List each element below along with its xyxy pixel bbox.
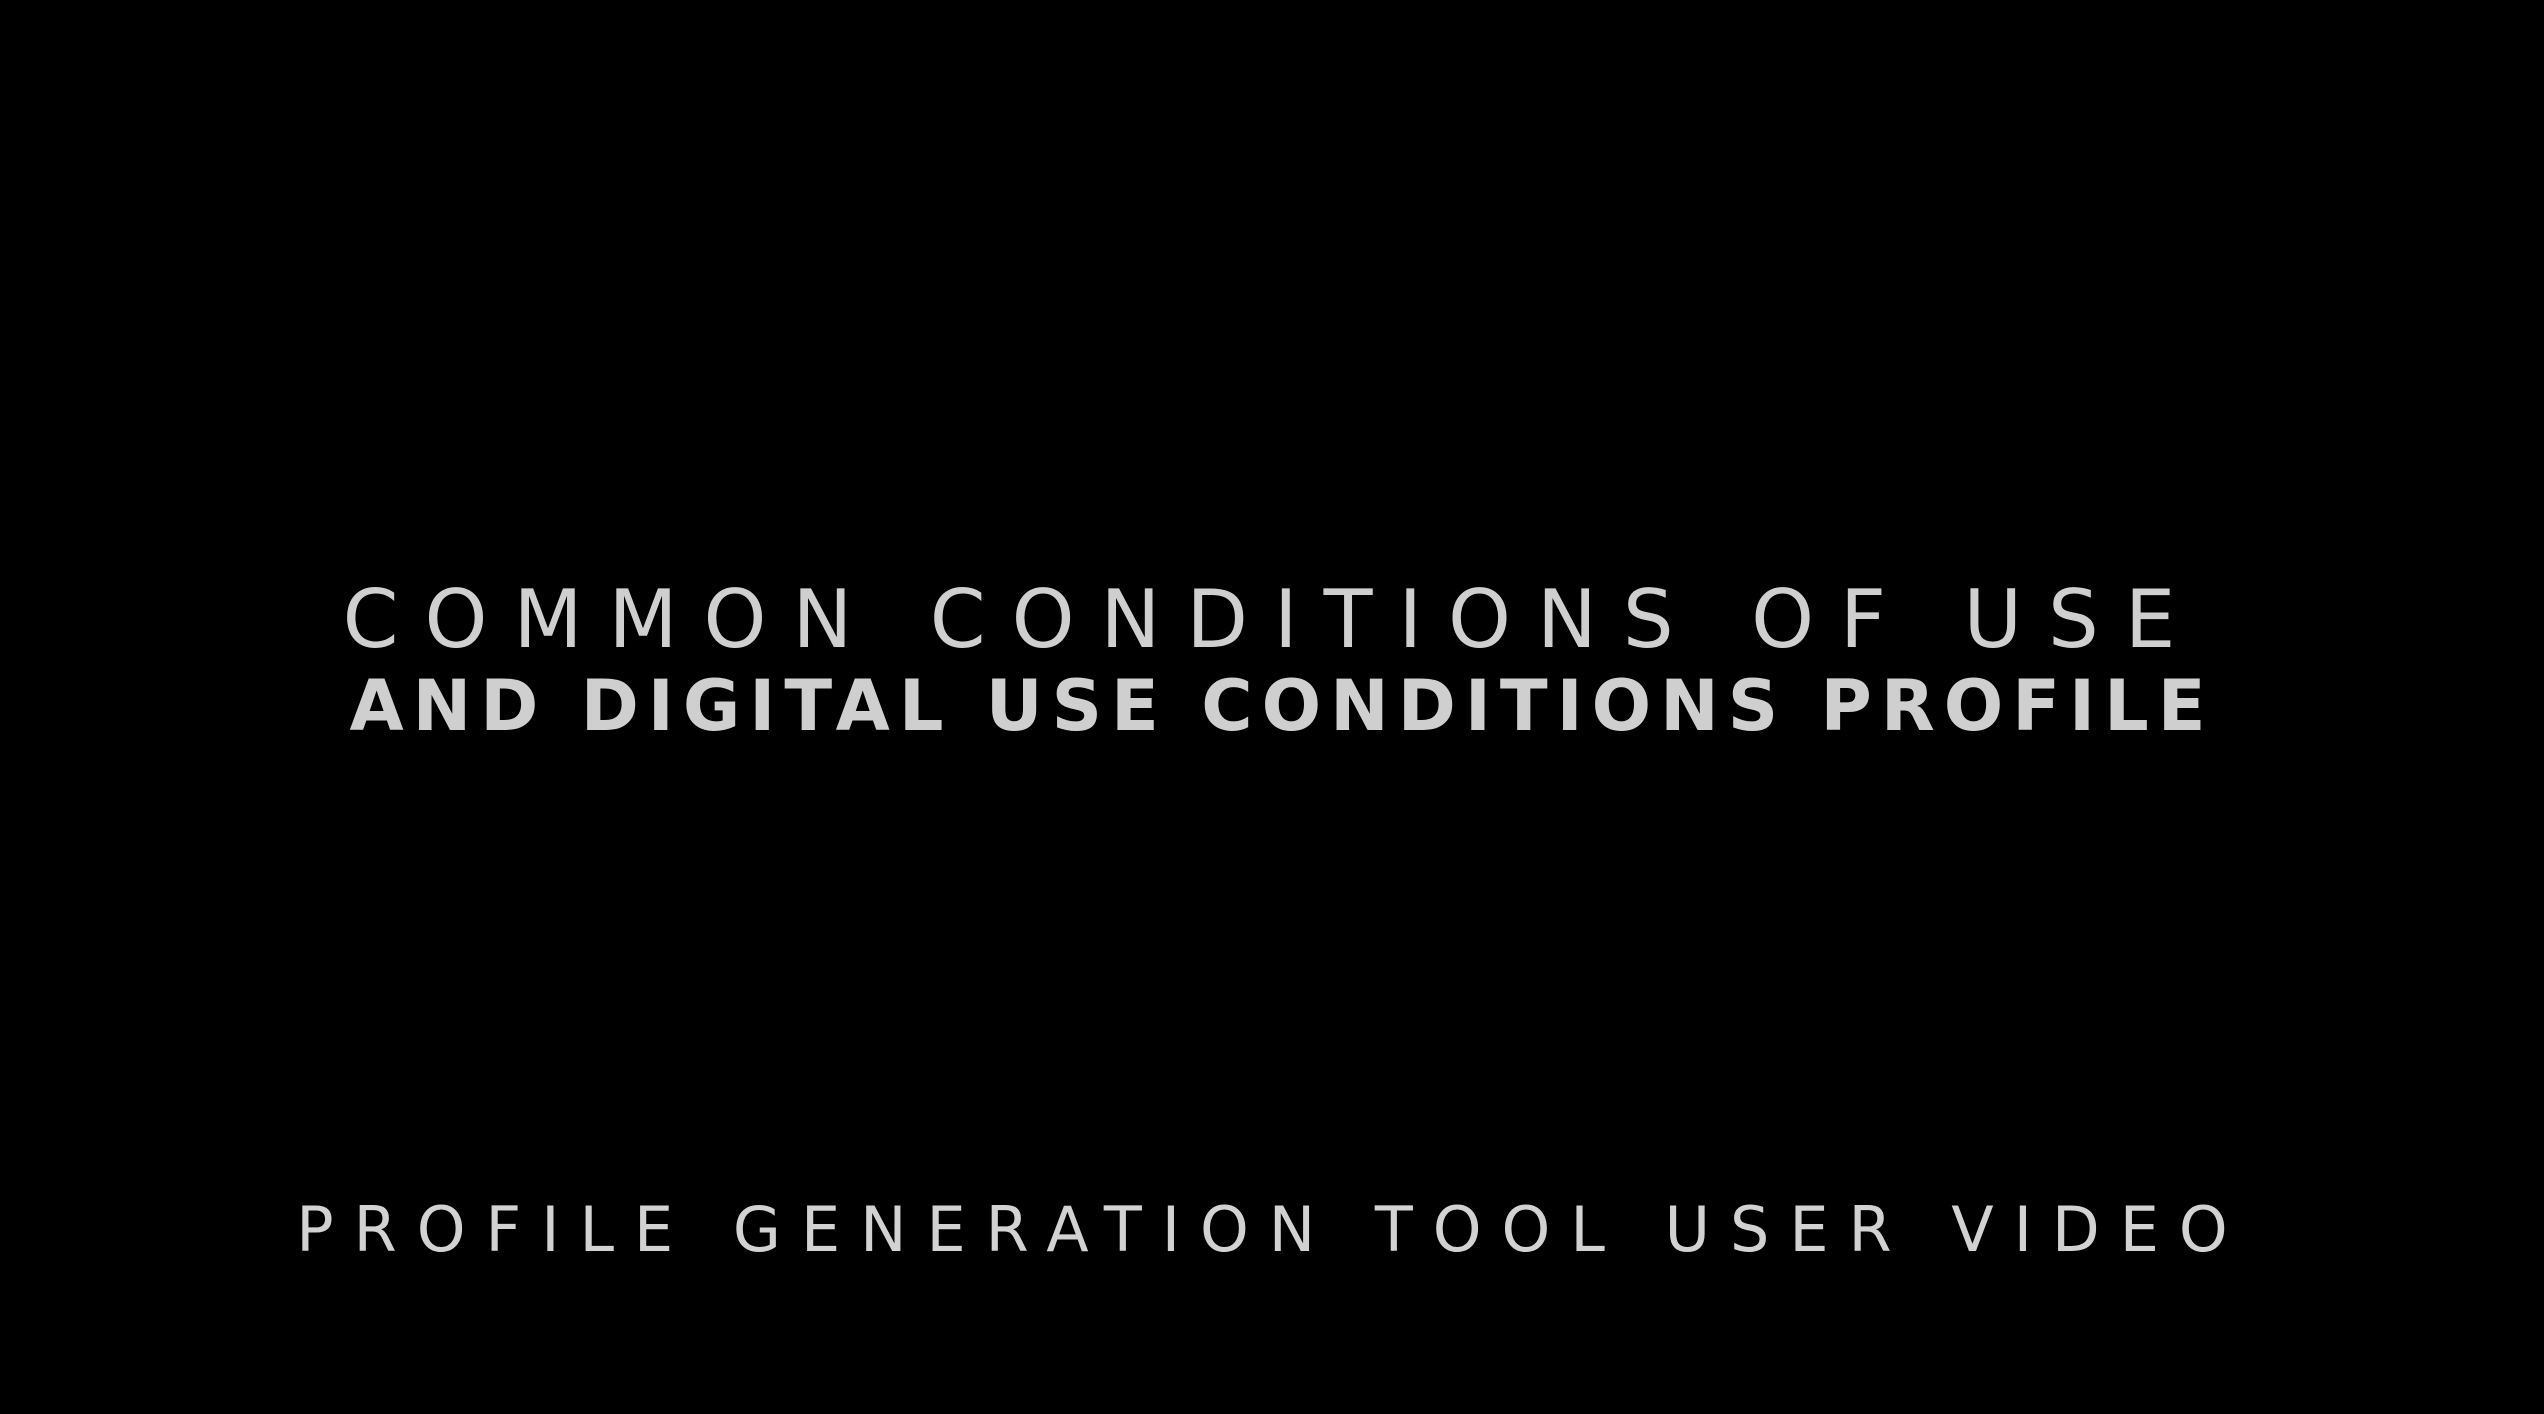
title-line-secondary: AND DIGITAL USE CONDITIONS PROFILE (349, 665, 2215, 747)
subtitle: PROFILE GENERATION TOOL USER VIDEO (296, 1193, 2248, 1266)
title-line-main: COMMON CONDITIONS OF USE (342, 573, 2202, 666)
title-card: COMMON CONDITIONS OF USE AND DIGITAL USE… (0, 0, 2544, 1414)
title-block: COMMON CONDITIONS OF USE AND DIGITAL USE… (0, 570, 2544, 748)
